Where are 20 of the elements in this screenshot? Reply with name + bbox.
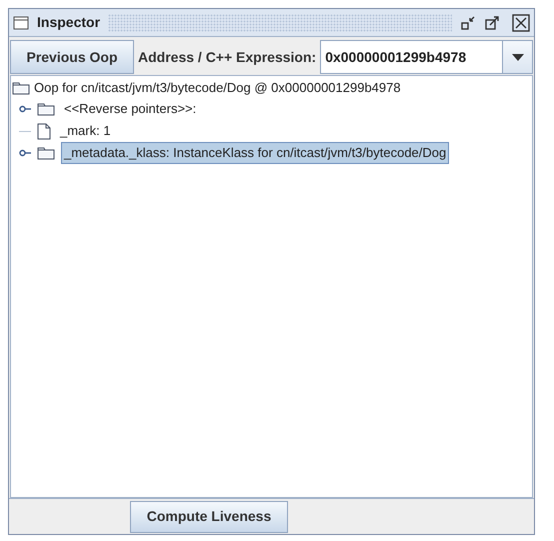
window-icon [13,16,29,30]
tree-node[interactable]: _mark: 1 [57,120,114,142]
expand-handle-icon[interactable] [19,104,31,114]
maximize-icon[interactable] [484,14,500,30]
dropdown-arrow-icon [512,54,524,60]
tree-node[interactable]: <<Reverse pointers>>: [61,98,200,120]
close-icon[interactable] [512,14,530,32]
address-combo-box[interactable]: 0x00000001299b4978 [320,40,533,74]
compute-liveness-button[interactable]: Compute Liveness [130,500,288,532]
window-title: Inspector [37,13,100,32]
minimize-icon[interactable] [460,14,476,30]
expand-handle-icon[interactable] [19,148,31,158]
folder-icon [37,102,55,116]
tree-node[interactable]: Oop for cn/itcast/jvm/t3/bytecode/Dog @ 0x00000001299b4978 [34,78,401,98]
title-bar-grip[interactable] [108,14,452,32]
file-icon [37,122,51,140]
folder-icon [37,146,55,160]
address-label: Address / C++ Expression: [137,48,318,67]
previous-oop-button[interactable]: Previous Oop [10,40,134,74]
tree-node[interactable]: _metadata._klass: InstanceKlass for cn/itcast/jvm/t3/bytecode/Dog [61,142,450,164]
